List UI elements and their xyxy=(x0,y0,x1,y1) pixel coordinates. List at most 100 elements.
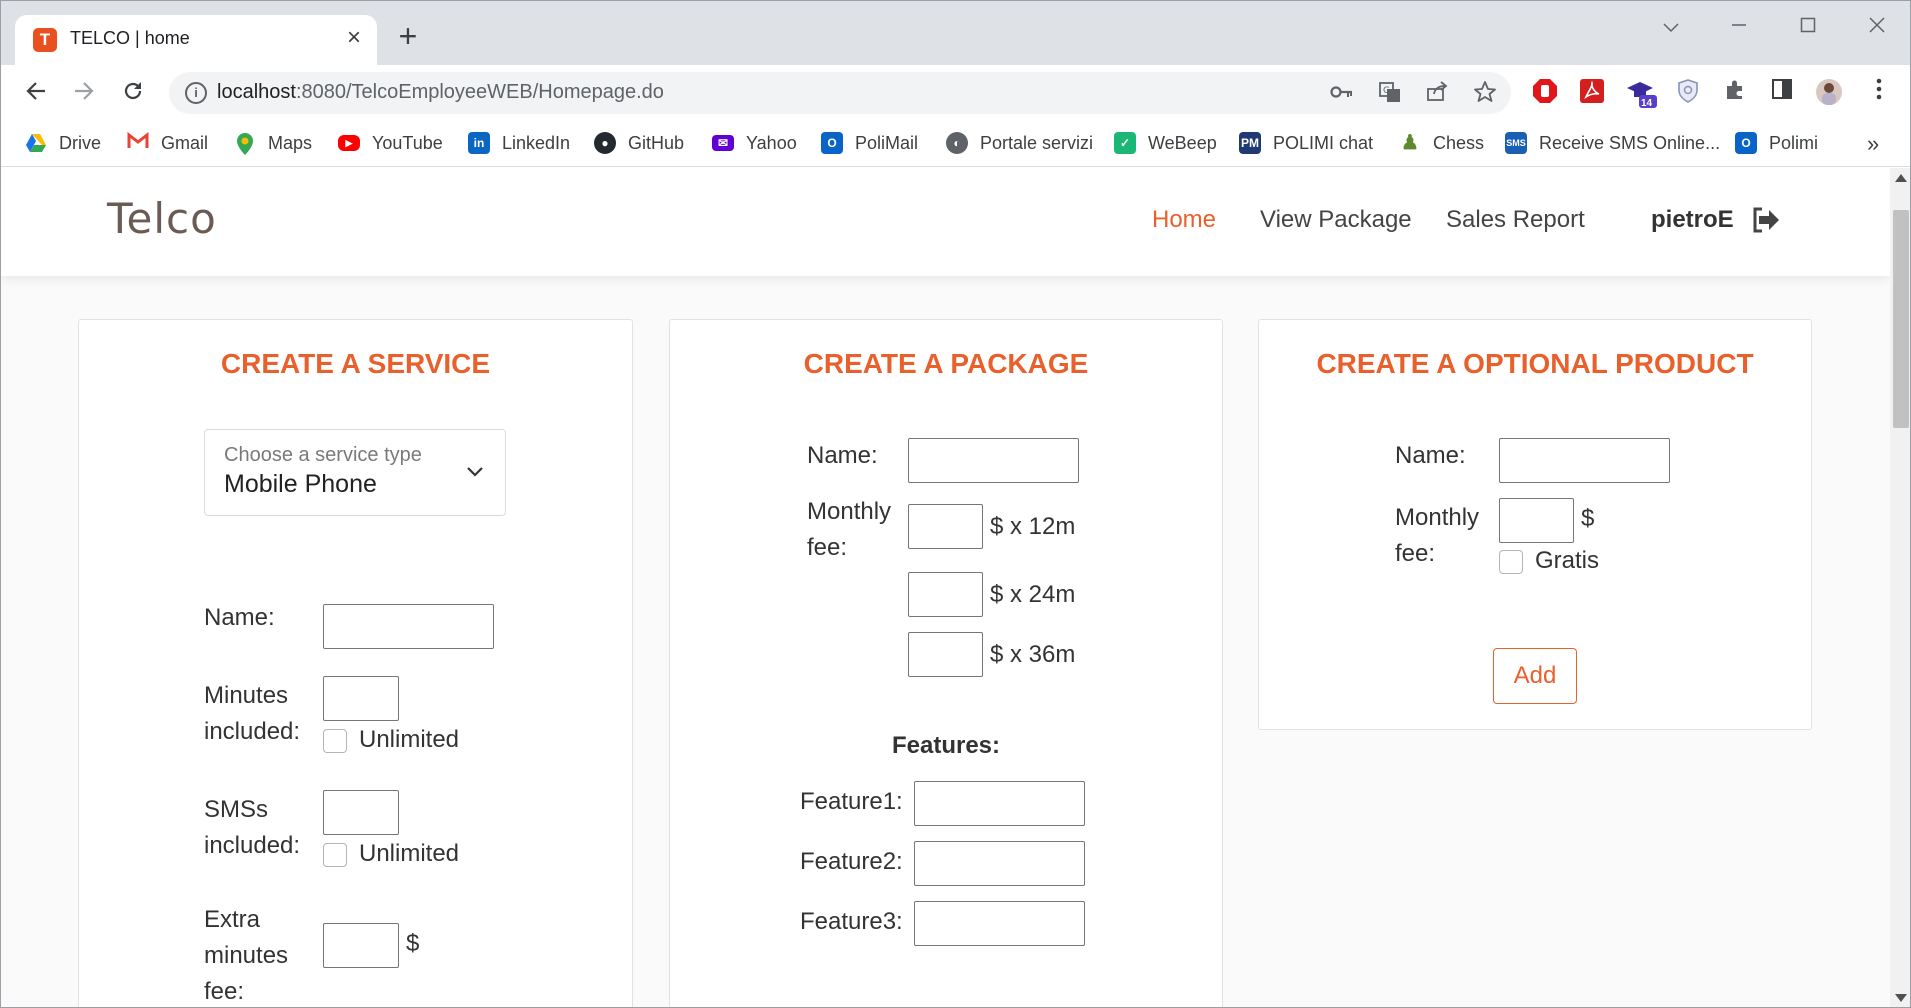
new-tab-icon[interactable]: + xyxy=(393,20,423,52)
create-package-title: CREATE A PACKAGE xyxy=(803,348,1089,379)
bookmark-webeep[interactable]: ✓ WeBeep xyxy=(1114,127,1217,159)
bookmark-gmail[interactable]: Gmail xyxy=(127,127,208,159)
sms-label-line2: included: xyxy=(204,832,301,859)
service-name-input[interactable] xyxy=(323,604,494,649)
browser-window: T TELCO | home × + i localhost:8080/Telc… xyxy=(0,0,1911,1008)
bookmark-label: Drive xyxy=(59,132,102,153)
service-type-select[interactable]: Choose a service type Mobile Phone xyxy=(204,429,506,516)
nav-view-package[interactable]: View Package xyxy=(1260,206,1412,234)
bookmark-linkedin[interactable]: in LinkedIn xyxy=(468,127,570,159)
url-text[interactable]: localhost:8080/TelcoEmployeeWEB/Homepage… xyxy=(217,81,664,104)
sms-icon: SMS xyxy=(1505,132,1527,154)
brand-logo[interactable]: Telco xyxy=(107,194,217,243)
yahoo-mail-icon: ✉ xyxy=(712,135,734,151)
side-panel-icon[interactable] xyxy=(1767,78,1797,108)
feature3-input[interactable] xyxy=(914,901,1085,946)
back-arrow-icon[interactable] xyxy=(20,77,52,109)
sms-label-line1: SMSs xyxy=(204,796,269,823)
package-name-label: Name: xyxy=(807,442,878,469)
nav-sales-report[interactable]: Sales Report xyxy=(1446,206,1585,234)
optional-fee-input[interactable] xyxy=(1499,498,1574,543)
svg-text:G: G xyxy=(1383,86,1390,96)
bookmark-receive-sms[interactable]: SMS Receive SMS Online... xyxy=(1505,127,1720,159)
nav-home[interactable]: Home xyxy=(1152,206,1216,234)
bookmark-label: YouTube xyxy=(372,132,443,153)
bookmark-label: PoliMail xyxy=(855,132,919,153)
extension-badge: 14 xyxy=(1641,98,1653,109)
extra-fee-input[interactable] xyxy=(323,923,399,968)
tab-title: TELCO | home xyxy=(70,28,190,48)
minimize-icon[interactable] xyxy=(1719,11,1759,41)
telco-favicon-icon: T xyxy=(33,28,57,52)
drive-icon xyxy=(25,132,47,154)
bookmark-polimi[interactable]: O Polimi xyxy=(1735,127,1818,159)
extra-fee-label-line2: minutes xyxy=(204,942,289,969)
bookmark-yahoo[interactable]: ✉ Yahoo xyxy=(712,127,797,159)
optional-name-input[interactable] xyxy=(1499,438,1670,483)
bookmark-maps[interactable]: Maps xyxy=(234,127,312,159)
sms-input[interactable] xyxy=(323,790,399,835)
feature1-input[interactable] xyxy=(914,781,1085,826)
polimi-chat-icon: PM xyxy=(1239,132,1261,154)
bookmark-label: Gmail xyxy=(161,132,209,153)
bookmark-label: Chess xyxy=(1433,132,1485,153)
optional-fee-currency: $ xyxy=(1581,505,1595,532)
address-bar[interactable]: i localhost:8080/TelcoEmployeeWEB/Homepa… xyxy=(169,72,1511,114)
translate-icon[interactable]: G xyxy=(1377,80,1403,106)
fee-24m-input[interactable] xyxy=(908,572,983,617)
close-tab-icon[interactable]: × xyxy=(341,25,367,51)
github-icon: ● xyxy=(594,132,616,154)
profile-avatar-icon[interactable] xyxy=(1814,78,1844,108)
close-window-icon[interactable] xyxy=(1857,11,1897,41)
scroll-up-arrow-icon[interactable] xyxy=(1895,174,1907,182)
gratis-checkbox[interactable] xyxy=(1499,550,1523,574)
add-button[interactable]: Add xyxy=(1493,648,1577,704)
share-icon[interactable] xyxy=(1424,80,1450,106)
bookmark-label: Polimi xyxy=(1769,132,1819,153)
maps-pin-icon xyxy=(234,132,256,155)
sms-unlimited-checkbox[interactable] xyxy=(323,843,347,867)
browser-tab[interactable]: T TELCO | home × xyxy=(15,15,377,65)
bookmark-github[interactable]: ● GitHub xyxy=(594,127,684,159)
bookmark-star-icon[interactable] xyxy=(1472,80,1498,106)
package-name-input[interactable] xyxy=(908,438,1079,483)
scrollbar-thumb[interactable] xyxy=(1893,210,1909,428)
scroll-down-arrow-icon[interactable] xyxy=(1895,994,1907,1002)
bookmark-youtube[interactable]: ▶ YouTube xyxy=(338,127,443,159)
browser-menu-icon[interactable] xyxy=(1864,78,1894,108)
feature2-input[interactable] xyxy=(914,841,1085,886)
pdf-extension-icon[interactable] xyxy=(1577,78,1607,108)
minutes-unlimited-checkbox[interactable] xyxy=(323,729,347,753)
puzzle-extensions-icon[interactable] xyxy=(1720,78,1750,108)
site-info-icon[interactable]: i xyxy=(185,82,207,104)
bookmark-polimail[interactable]: O PoliMail xyxy=(821,127,918,159)
forward-arrow-icon[interactable] xyxy=(68,77,100,109)
browser-toolbar: i localhost:8080/TelcoEmployeeWEB/Homepa… xyxy=(1,65,1910,121)
bookmark-polimi-chat[interactable]: PM POLIMI chat xyxy=(1239,127,1373,159)
bookmark-chess[interactable]: ♟ Chess xyxy=(1399,127,1484,159)
gratis-label: Gratis xyxy=(1535,547,1600,574)
minutes-input[interactable] xyxy=(323,676,399,721)
bookmark-label: LinkedIn xyxy=(502,132,571,153)
globe-icon: ◐ xyxy=(946,132,968,154)
adblock-extension-icon[interactable] xyxy=(1530,78,1560,108)
page-viewport: Telco Home View Package Sales Report pie… xyxy=(1,168,1890,1007)
fee-36m-input[interactable] xyxy=(908,632,983,677)
fee-12m-input[interactable] xyxy=(908,504,983,549)
shield-extension-icon[interactable] xyxy=(1673,78,1703,108)
bookmarks-overflow-icon[interactable]: » xyxy=(1867,131,1879,157)
logout-icon[interactable] xyxy=(1751,206,1781,234)
monthly-fee-label-line1: Monthly xyxy=(807,498,892,525)
chevron-down-icon xyxy=(467,467,483,477)
page-scrollbar[interactable] xyxy=(1890,168,1910,1007)
reload-icon[interactable] xyxy=(117,77,149,109)
maximize-icon[interactable] xyxy=(1788,11,1828,41)
bookmark-label: WeBeep xyxy=(1148,132,1217,153)
bookmark-drive[interactable]: Drive xyxy=(25,127,101,159)
tab-search-chevron-icon[interactable] xyxy=(1651,11,1691,41)
bookmark-portale-servizi[interactable]: ◐ Portale servizi xyxy=(946,127,1093,159)
key-icon[interactable] xyxy=(1329,80,1355,106)
username: pietroE xyxy=(1651,206,1734,233)
minutes-unlimited-label: Unlimited xyxy=(359,726,460,753)
graduation-extension-icon[interactable]: 14 xyxy=(1626,78,1657,109)
